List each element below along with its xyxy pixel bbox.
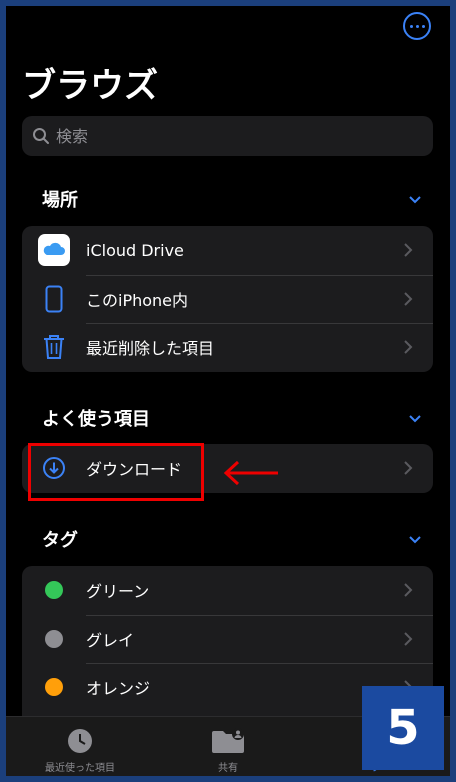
highlight-box (28, 443, 204, 501)
chevron-right-icon (403, 461, 417, 475)
chevron-down-icon[interactable] (409, 533, 421, 545)
trash-icon (22, 334, 86, 360)
section-title: よく使う項目 (42, 409, 150, 430)
chevron-down-icon[interactable] (409, 412, 421, 424)
clock-icon (68, 729, 92, 753)
tab-label: 最近使った項目 (45, 763, 115, 774)
section-header-locations[interactable]: 場所 (22, 184, 433, 214)
section-title: タグ (42, 530, 78, 551)
orange-dot-icon (45, 678, 63, 697)
gray-dot-icon (45, 629, 63, 648)
list-item-label: オレンジ (86, 679, 151, 699)
section-header-tags[interactable]: タグ (22, 524, 433, 554)
files-app-screen: ブラウズ 場所 iCloud Drive このiPhone内 (6, 6, 450, 776)
icloud-drive-icon (22, 234, 86, 267)
list-item-icloud-drive[interactable]: iCloud Drive (22, 226, 433, 275)
list-item-on-my-iphone[interactable]: このiPhone内 (22, 274, 433, 324)
section-title: 場所 (42, 190, 78, 211)
chevron-right-icon (403, 340, 417, 354)
tab-recents[interactable]: 最近使った項目 (10, 717, 150, 776)
more-options-icon[interactable] (403, 12, 431, 40)
list-item-label: グリーン (86, 582, 150, 602)
list-item-label: グレイ (86, 630, 135, 650)
list-item-label: 最近削除した項目 (86, 339, 215, 359)
search-bar[interactable] (22, 116, 433, 156)
chevron-right-icon (403, 632, 417, 646)
search-icon (33, 128, 49, 144)
list-item-label: このiPhone内 (86, 290, 189, 310)
locations-list: iCloud Drive このiPhone内 最近削除した項目 (22, 226, 433, 372)
chevron-down-icon[interactable] (409, 193, 421, 205)
step-number: 5 (386, 700, 420, 756)
page-title: ブラウズ (22, 66, 158, 106)
chevron-right-icon (403, 292, 417, 306)
chevron-right-icon (403, 243, 417, 257)
tab-label: 共有 (218, 763, 238, 774)
list-item-label: iCloud Drive (86, 240, 184, 260)
section-header-favorites[interactable]: よく使う項目 (22, 403, 433, 433)
iphone-icon (22, 285, 86, 313)
red-arrow-icon (223, 460, 278, 486)
chevron-right-icon (403, 583, 417, 597)
step-number-badge: 5 (362, 686, 444, 770)
list-item-recently-deleted[interactable]: 最近削除した項目 (22, 323, 433, 372)
green-dot-icon (45, 581, 63, 600)
list-item-tag-green[interactable]: グリーン (22, 566, 433, 615)
search-input[interactable] (56, 126, 396, 146)
list-item-tag-gray[interactable]: グレイ (22, 614, 433, 664)
tab-shared[interactable]: 共有 (158, 717, 298, 776)
shared-folder-icon (212, 728, 244, 753)
